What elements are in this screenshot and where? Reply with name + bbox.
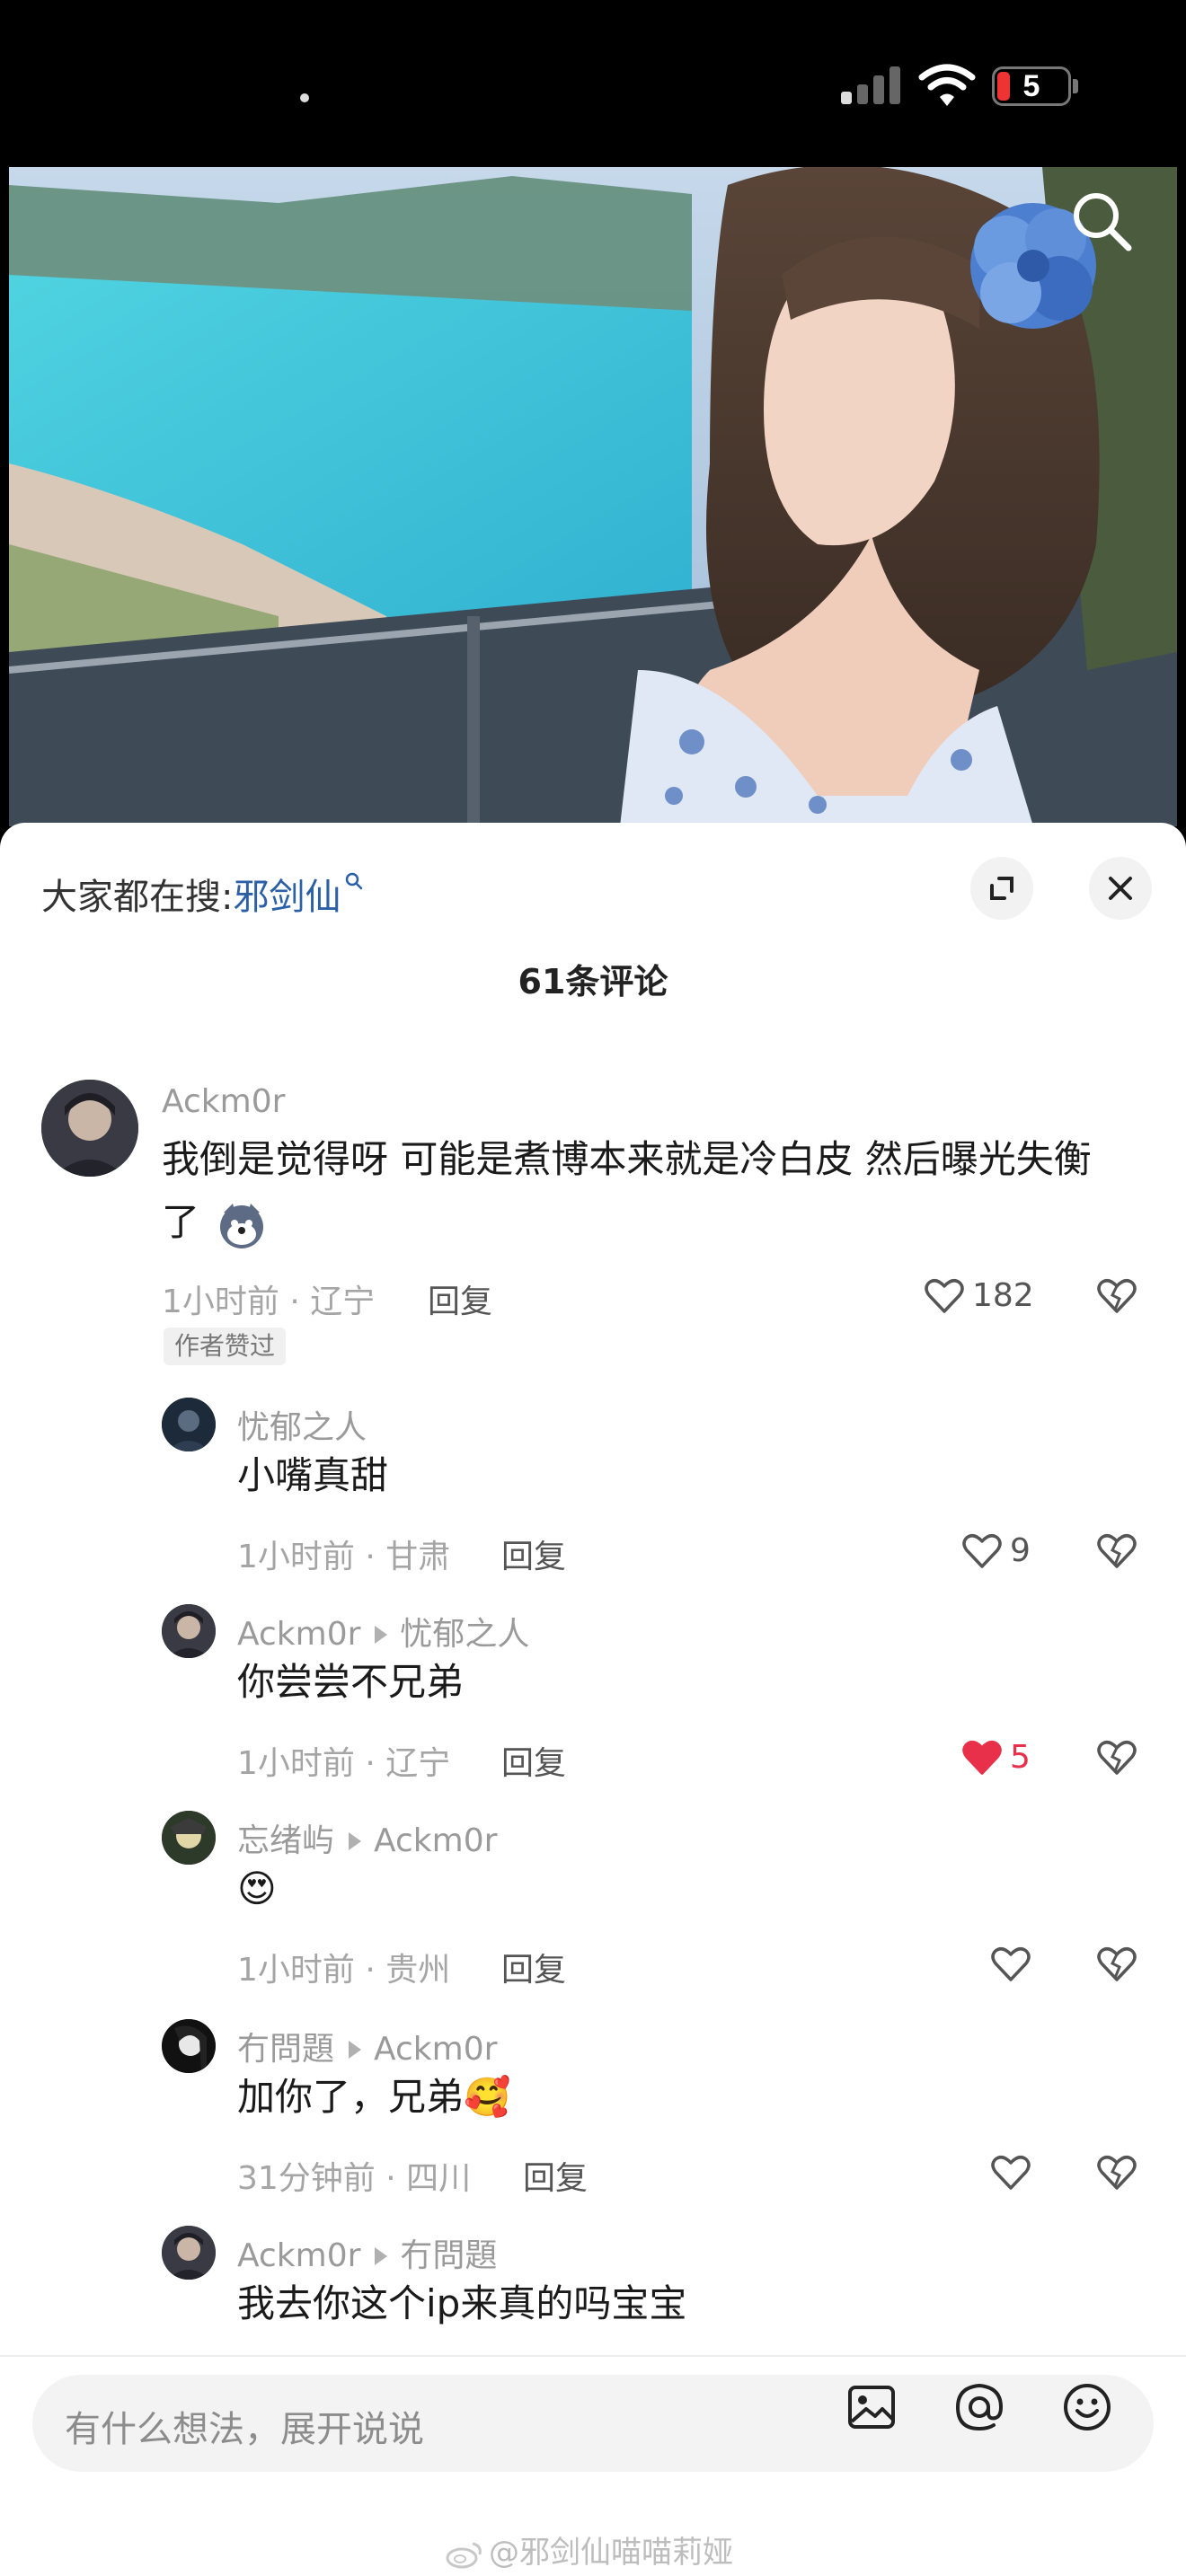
- battery-icon: 5: [992, 66, 1071, 106]
- close-button[interactable]: [1089, 857, 1152, 920]
- comment-text-line2: 了: [162, 1191, 267, 1254]
- small-search-icon: [346, 872, 363, 890]
- comment-text: 我倒是觉得呀 可能是煮博本来就是冷白皮 然后曝光失衡: [162, 1137, 1092, 1181]
- comment-text: 你尝尝不兄弟: [237, 1660, 465, 1704]
- dislike-icon[interactable]: [1094, 2150, 1139, 2195]
- trending-search-keyword[interactable]: 邪剑仙: [233, 877, 341, 918]
- avatar[interactable]: [162, 2019, 216, 2073]
- dislike-icon[interactable]: [1094, 1274, 1139, 1319]
- like-count: 9: [1010, 1532, 1031, 1569]
- comment-text: 加你了，兄弟🥰: [237, 2075, 511, 2119]
- cellular-signal-icon: [841, 66, 900, 104]
- avatar[interactable]: [162, 1398, 216, 1451]
- comment-meta: 1小时前 · 甘肃: [237, 1539, 451, 1575]
- comment-sheet: 大家都在搜:邪剑仙 61条评论 Ackm0r 我倒是觉得呀 可能是煮博本来就是冷…: [0, 823, 1186, 2576]
- trending-search-prefix: 大家都在搜:: [41, 877, 234, 918]
- author-liked-badge: 作者赞过: [164, 1328, 287, 1365]
- comment-username[interactable]: 忘绪屿 Ackm0r: [237, 1814, 497, 1861]
- like-count: 182: [972, 1277, 1034, 1314]
- reply-arrow-icon: [375, 2246, 388, 2265]
- husky-emoji-icon: [220, 1203, 264, 1248]
- dislike-icon[interactable]: [1094, 1942, 1139, 1987]
- status-bar: 5: [0, 0, 1186, 167]
- reply-to-username[interactable]: 冇問題: [400, 2237, 497, 2274]
- reply-button[interactable]: 回复: [501, 1737, 566, 1784]
- weibo-logo-icon: [446, 2542, 482, 2568]
- reply-to-username[interactable]: 忧郁之人: [400, 1616, 529, 1653]
- reply-button[interactable]: 回复: [523, 2152, 588, 2199]
- like-button[interactable]: 9: [960, 1529, 1049, 1574]
- close-icon: [1109, 877, 1132, 900]
- comment-username[interactable]: 冇問題 Ackm0r: [237, 2023, 497, 2069]
- comment-meta: 1小时前 · 贵州: [237, 1952, 451, 1989]
- comment-count-title: 61条评论: [518, 962, 668, 1001]
- comment-username[interactable]: Ackm0r 冇問題: [237, 2229, 497, 2276]
- comment-input-bar: 有什么想法，展开说说 @邪剑仙喵喵莉娅: [0, 2355, 1186, 2576]
- reply-arrow-icon: [375, 1625, 388, 1644]
- search-icon[interactable]: [1067, 187, 1136, 255]
- heart-icon[interactable]: [988, 1942, 1033, 1987]
- comment-username[interactable]: Ackm0r 忧郁之人: [237, 1608, 529, 1654]
- heart-icon: [925, 1279, 964, 1313]
- comment-input-placeholder: 有什么想法，展开说说: [65, 2409, 424, 2450]
- heart-filled-icon: [962, 1741, 1002, 1775]
- comment-meta: 31分钟前 · 四川: [237, 2160, 472, 2197]
- like-button[interactable]: 5: [960, 1735, 1049, 1780]
- dislike-icon[interactable]: [1094, 1529, 1139, 1574]
- post-photo[interactable]: [9, 167, 1177, 826]
- comment-meta: 1小时前 · 辽宁: [162, 1284, 376, 1320]
- comment-username[interactable]: Ackm0r: [162, 1083, 285, 1120]
- camera-dot: [300, 93, 309, 102]
- comment-text: 😍: [237, 1866, 277, 1910]
- reply-button[interactable]: 回复: [428, 1275, 492, 1322]
- reply-button[interactable]: 回复: [501, 1944, 566, 1990]
- avatar[interactable]: [162, 2226, 216, 2280]
- comment-text: 我去你这个ip来真的吗宝宝: [237, 2281, 687, 2325]
- reply-arrow-icon: [349, 2040, 362, 2059]
- mention-icon[interactable]: [952, 2380, 1006, 2434]
- dislike-icon[interactable]: [1094, 1735, 1139, 1780]
- reply-button[interactable]: 回复: [501, 1531, 566, 1577]
- heart-icon: [962, 1534, 1002, 1568]
- emoji-icon[interactable]: [1060, 2380, 1114, 2434]
- wifi-icon: [918, 63, 976, 108]
- expand-icon: [990, 877, 1013, 900]
- like-count: 5: [1010, 1739, 1031, 1776]
- trending-search[interactable]: 大家都在搜:邪剑仙: [41, 868, 364, 920]
- comment-meta: 1小时前 · 辽宁: [237, 1745, 451, 1782]
- heart-icon[interactable]: [988, 2150, 1033, 2195]
- avatar[interactable]: [41, 1080, 138, 1177]
- avatar[interactable]: [162, 1811, 216, 1865]
- expand-button[interactable]: [970, 857, 1033, 920]
- comment-username[interactable]: 忧郁之人: [237, 1401, 367, 1448]
- comment-text: 小嘴真甜: [237, 1453, 389, 1497]
- reply-to-username[interactable]: Ackm0r: [374, 2031, 497, 2068]
- avatar[interactable]: [162, 1604, 216, 1658]
- heart-eyes-emoji: 🥰: [464, 2075, 511, 2119]
- watermark: @邪剑仙喵喵莉娅: [446, 2527, 733, 2572]
- like-button[interactable]: 182: [922, 1274, 1039, 1319]
- battery-level: 5: [1022, 69, 1040, 103]
- reply-arrow-icon: [349, 1831, 362, 1850]
- image-icon[interactable]: [845, 2380, 898, 2434]
- reply-to-username[interactable]: Ackm0r: [374, 1822, 497, 1859]
